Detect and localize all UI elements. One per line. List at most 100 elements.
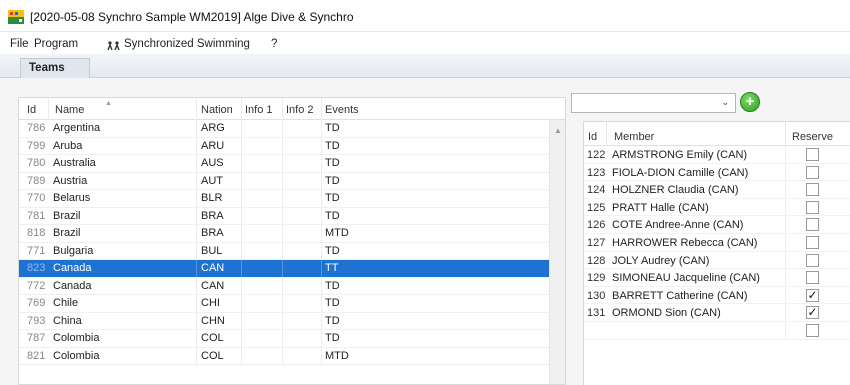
reserve-checkbox[interactable] (806, 165, 819, 179)
reserve-checkbox[interactable] (806, 271, 819, 285)
window-title: [2020-05-08 Synchro Sample WM2019] Alge … (30, 10, 354, 24)
table-row[interactable]: 772 Canada CAN TD (19, 277, 549, 295)
table-row[interactable]: 818 Brazil BRA MTD (19, 225, 549, 243)
reserve-checkbox[interactable] (806, 235, 819, 249)
column-divider (321, 155, 322, 172)
member-row[interactable]: 126 COTE Andree-Anne (CAN) (584, 216, 850, 234)
member-name: HOLZNER Claudia (CAN) (612, 184, 739, 197)
member-row[interactable]: 125 PRATT Halle (CAN) (584, 198, 850, 217)
column-divider (241, 295, 242, 312)
column-divider (785, 251, 786, 269)
tab-teams[interactable]: Teams (20, 58, 90, 78)
column-divider (321, 225, 322, 242)
menu-file[interactable]: File (10, 38, 29, 50)
team-id: 823 (27, 262, 46, 274)
team-id: 818 (27, 227, 46, 239)
table-row[interactable]: 799 Aruba ARU TD (19, 137, 549, 155)
menu-synchronized-swimming[interactable]: Synchronized Swimming (124, 38, 250, 50)
member-row[interactable]: 128 JOLY Audrey (CAN) (584, 251, 850, 270)
team-events: TT (325, 262, 339, 274)
column-divider (241, 277, 242, 294)
team-name: Colombia (53, 332, 100, 344)
table-row[interactable]: 771 Bulgaria BUL TD (19, 242, 549, 260)
column-divider (196, 260, 197, 277)
column-divider (321, 172, 322, 189)
column-divider (785, 233, 786, 251)
add-member-button[interactable]: + (740, 92, 760, 112)
team-events: TD (325, 192, 340, 204)
column-header-name[interactable]: Name (55, 104, 84, 116)
table-row[interactable]: 787 Colombia COL TD (19, 330, 549, 348)
team-events: TD (325, 244, 340, 257)
reserve-checkbox[interactable] (806, 323, 819, 337)
table-row[interactable]: 793 China CHN TD (19, 312, 549, 330)
column-divider (321, 312, 322, 329)
reserve-checkbox[interactable] (806, 253, 819, 267)
column-divider (196, 98, 197, 120)
column-header-nation[interactable]: Nation (201, 104, 233, 116)
column-header-events[interactable]: Events (325, 104, 359, 116)
column-divider (282, 225, 283, 242)
menu-help[interactable]: ? (271, 38, 277, 50)
column-divider (282, 120, 283, 137)
column-divider (282, 330, 283, 347)
scroll-up-icon[interactable]: ▲ (554, 126, 562, 135)
member-row[interactable]: 129 SIMONEAU Jacqueline (CAN) (584, 269, 850, 287)
team-id: 781 (27, 209, 46, 222)
team-id: 787 (27, 332, 46, 344)
column-divider (196, 225, 197, 242)
member-row[interactable]: 123 FIOLA-DION Camille (CAN) (584, 163, 850, 182)
team-id: 799 (27, 139, 46, 152)
table-row[interactable]: 789 Austria AUT TD (19, 172, 549, 190)
member-row[interactable] (584, 321, 850, 340)
team-event-combo[interactable]: ⌄ (571, 93, 736, 113)
member-name: ARMSTRONG Emily (CAN) (612, 149, 748, 161)
column-header-member[interactable]: Member (614, 131, 654, 143)
reserve-checkbox[interactable] (806, 200, 819, 214)
team-nation: BUL (201, 244, 223, 257)
reserve-checkbox[interactable] (806, 218, 819, 232)
column-header-member-id[interactable]: Id (588, 131, 597, 143)
table-row[interactable]: 780 Australia AUS TD (19, 155, 549, 173)
members-grid-header: Id Member Reserve (584, 122, 850, 146)
column-divider (196, 242, 197, 259)
column-header-info2[interactable]: Info 2 (286, 104, 314, 116)
column-divider (196, 312, 197, 329)
chevron-down-icon[interactable]: ⌄ (721, 97, 729, 108)
column-divider (321, 347, 322, 364)
team-nation: CAN (201, 262, 225, 274)
members-grid-body: 122 ARMSTRONG Emily (CAN) 123 FIOLA-DION Ca… (584, 146, 850, 340)
teams-grid-scrollbar[interactable]: ▲ (549, 120, 565, 384)
column-header-id[interactable]: Id (27, 104, 36, 116)
member-row[interactable]: 127 HARROWER Rebecca (CAN) (584, 233, 850, 252)
member-row[interactable]: 130 BARRETT Catherine (CAN) ✓ (584, 286, 850, 305)
column-header-reserve[interactable]: Reserve (792, 131, 833, 143)
table-row[interactable]: 821 Colombia COL MTD (19, 347, 549, 365)
member-name: SIMONEAU Jacqueline (CAN) (612, 272, 760, 285)
member-row[interactable]: 131 ORMOND Sion (CAN) ✓ (584, 304, 850, 322)
reserve-checkbox[interactable] (806, 183, 819, 197)
column-divider (241, 347, 242, 364)
table-row[interactable]: 770 Belarus BLR TD (19, 190, 549, 208)
column-divider (241, 155, 242, 172)
column-divider (196, 120, 197, 137)
member-row[interactable]: 124 HOLZNER Claudia (CAN) (584, 181, 850, 199)
table-row[interactable]: 769 Chile CHI TD (19, 295, 549, 313)
reserve-checkbox[interactable] (806, 148, 819, 161)
team-events: TD (325, 332, 340, 344)
column-header-info1[interactable]: Info 1 (245, 104, 273, 116)
table-row[interactable]: 786 Argentina ARG TD (19, 120, 549, 138)
column-divider (196, 330, 197, 347)
reserve-checkbox[interactable]: ✓ (806, 306, 819, 320)
table-row[interactable]: 781 Brazil BRA TD (19, 207, 549, 225)
column-divider (196, 277, 197, 294)
column-divider (48, 98, 49, 120)
table-row-selected[interactable]: 823 Canada CAN TT (19, 260, 549, 278)
column-divider (321, 120, 322, 137)
menu-program[interactable]: Program (34, 38, 78, 50)
reserve-checkbox[interactable]: ✓ (806, 288, 819, 302)
column-divider (196, 155, 197, 172)
team-name: Brazil (53, 209, 81, 222)
member-row[interactable]: 122 ARMSTRONG Emily (CAN) (584, 146, 850, 164)
column-divider (606, 122, 607, 146)
